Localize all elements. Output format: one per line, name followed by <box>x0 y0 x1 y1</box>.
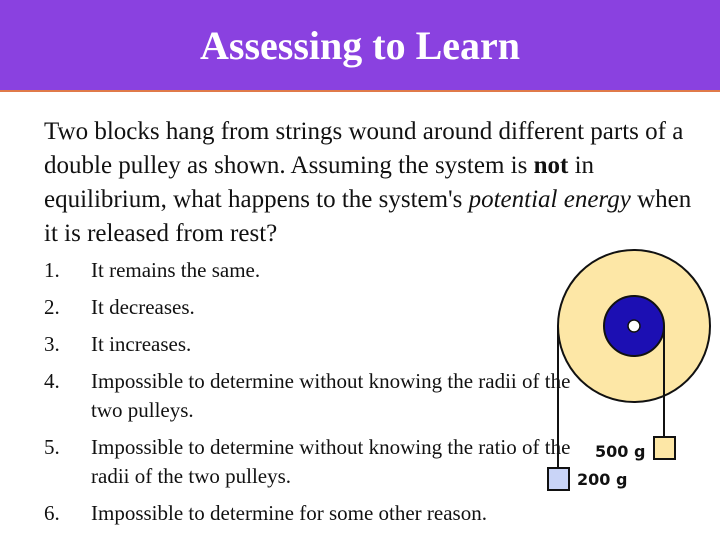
option-4[interactable]: 4. Impossible to determine without knowin… <box>44 367 584 425</box>
block-500g <box>653 436 676 460</box>
option-text: Impossible to determine without knowing … <box>91 435 571 488</box>
answer-options: 1. It remains the same. 2. It decreases. 3… <box>44 256 584 536</box>
option-text: It decreases. <box>91 295 195 319</box>
page-title: Assessing to Learn <box>199 23 521 68</box>
pulley-axle <box>627 319 641 333</box>
option-number: 1. <box>44 258 60 282</box>
option-3[interactable]: 3. It increases. <box>44 330 584 359</box>
inner-pulley <box>603 295 665 357</box>
option-6[interactable]: 6. Impossible to determine for some other… <box>44 499 584 528</box>
option-number: 3. <box>44 332 60 356</box>
option-text: Impossible to determine for some other r… <box>91 501 487 525</box>
label-500g: 500 g <box>595 442 645 461</box>
question-italic: potential energy <box>468 186 631 213</box>
option-2[interactable]: 2. It decreases. <box>44 293 584 322</box>
question-bold: not <box>533 152 569 179</box>
option-number: 2. <box>44 295 60 319</box>
option-1[interactable]: 1. It remains the same. <box>44 256 584 285</box>
option-text: Impossible to determine without knowing … <box>91 369 571 422</box>
option-text: It remains the same. <box>91 258 261 282</box>
option-number: 6. <box>44 501 60 525</box>
option-5[interactable]: 5. Impossible to determine without knowin… <box>44 433 584 491</box>
question-text: Two blocks hang from strings wound aroun… <box>44 115 694 251</box>
option-number: 4. <box>44 369 60 393</box>
option-number: 5. <box>44 435 60 459</box>
header-bar: Assessing to Learn <box>0 0 720 92</box>
option-text: It increases. <box>91 332 192 356</box>
label-200g: 200 g <box>577 470 627 489</box>
